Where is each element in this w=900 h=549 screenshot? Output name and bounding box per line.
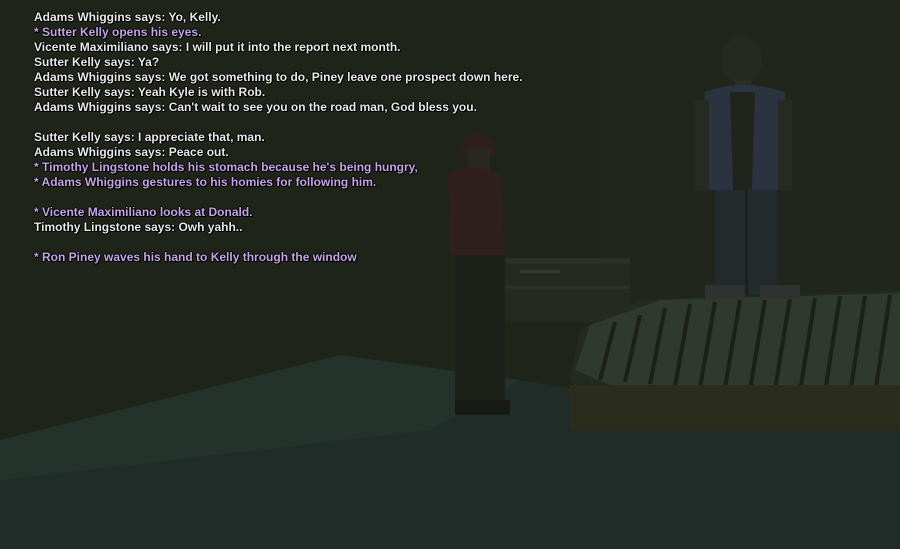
cabinet-handle (520, 270, 560, 273)
chat-action-line: * Sutter Kelly opens his eyes. (34, 25, 202, 39)
chat-blank-line (34, 115, 654, 130)
cabinet-shelf (505, 286, 630, 289)
chat-action-line: * Vicente Maximiliano looks at Donald. (34, 205, 253, 219)
chat-message-line: Sutter Kelly says: Yeah Kyle is with Rob… (34, 85, 266, 99)
bed-base (570, 385, 900, 430)
chat-message-line: Adams Whiggins says: Peace out. (34, 145, 229, 159)
chat-message-line: Timothy Lingstone says: Owh yahh.. (34, 220, 243, 234)
chat-blank-line (34, 190, 654, 205)
chat-action-line: * Adams Whiggins gestures to his homies … (34, 175, 377, 189)
chat-blank-line (34, 235, 654, 250)
chat-message-line: Vicente Maximiliano says: I will put it … (34, 40, 401, 54)
chat-message-line: Adams Whiggins says: Yo, Kelly. (34, 10, 221, 24)
chat-message-line: Adams Whiggins says: We got something to… (34, 70, 523, 84)
chat-message-line: Adams Whiggins says: Can't wait to see y… (34, 100, 477, 114)
chat-message-line: Sutter Kelly says: Ya? (34, 55, 160, 69)
chat-message-line: Sutter Kelly says: I appreciate that, ma… (34, 130, 265, 144)
chat-action-line: * Ron Piney waves his hand to Kelly thro… (34, 250, 357, 264)
chat-action-line: * Timothy Lingstone holds his stomach be… (34, 160, 418, 174)
chat-log: Adams Whiggins says: Yo, Kelly. * Sutter … (34, 10, 654, 265)
